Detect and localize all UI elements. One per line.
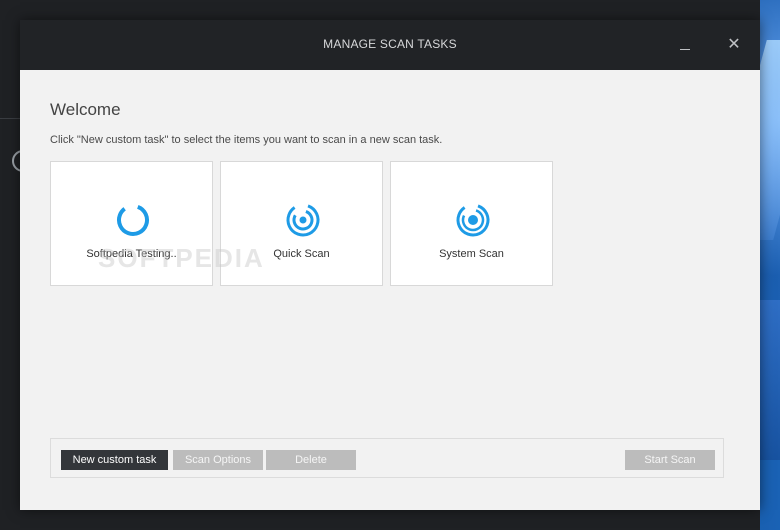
scan-options-button[interactable]: Scan Options <box>173 450 263 470</box>
task-label: System Scan <box>439 248 504 260</box>
scan-progress-icon <box>117 204 149 236</box>
dialog-titlebar[interactable]: MANAGE SCAN TASKS ✕ <box>20 20 760 70</box>
task-card-system-scan[interactable]: System Scan <box>390 161 553 286</box>
delete-button[interactable]: Delete <box>266 450 356 470</box>
task-label: Quick Scan <box>273 248 330 260</box>
task-card-softpedia[interactable]: Softpedia Testing.. <box>50 161 213 286</box>
dialog-title: MANAGE SCAN TASKS <box>323 37 457 51</box>
instructions-text: Click "New custom task" to select the it… <box>50 134 443 146</box>
page-title: Welcome <box>50 100 121 119</box>
quick-scan-icon <box>286 203 320 237</box>
minimize-button[interactable] <box>672 35 698 57</box>
close-icon: ✕ <box>727 36 741 53</box>
task-toolbar: New custom task Scan Options Delete Star… <box>50 438 724 478</box>
background-divider <box>0 118 20 119</box>
start-scan-button[interactable]: Start Scan <box>625 450 715 470</box>
new-custom-task-button[interactable]: New custom task <box>61 450 168 470</box>
manage-scan-tasks-dialog: MANAGE SCAN TASKS ✕ Welcome Click "New c… <box>20 20 760 510</box>
task-label: Softpedia Testing.. <box>86 248 177 260</box>
close-button[interactable]: ✕ <box>722 33 746 57</box>
system-scan-icon <box>456 203 490 237</box>
minimize-icon <box>680 49 690 50</box>
task-card-quick-scan[interactable]: Quick Scan <box>220 161 383 286</box>
